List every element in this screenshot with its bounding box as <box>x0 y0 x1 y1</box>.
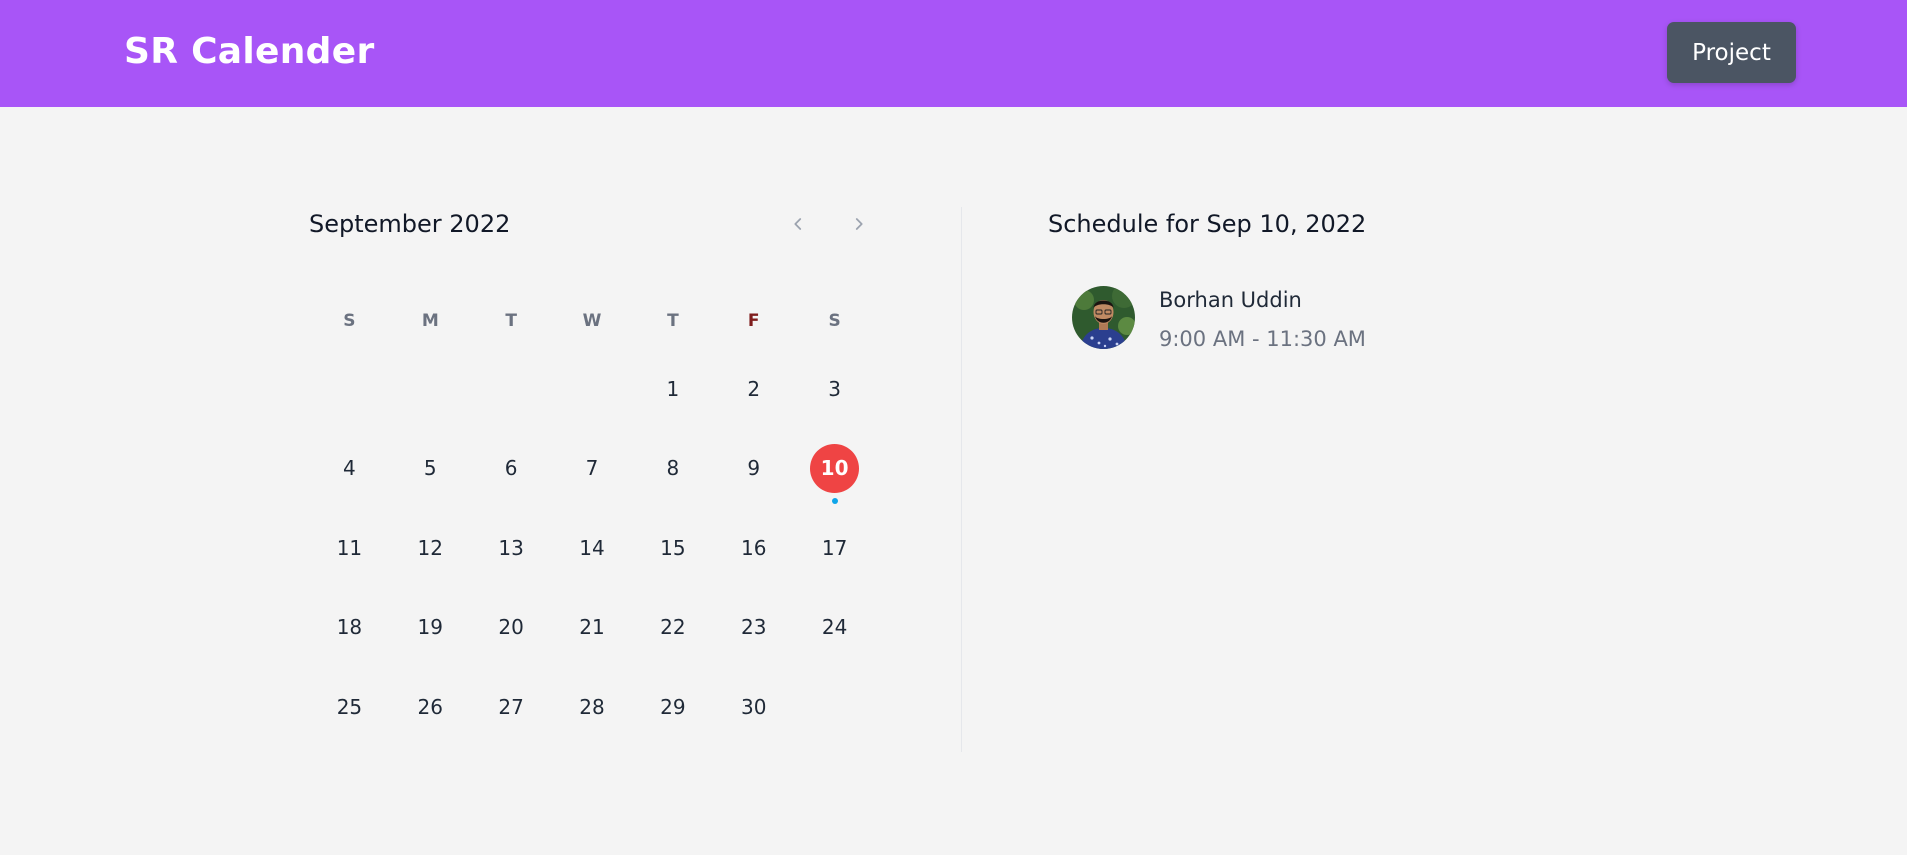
day-button[interactable]: 16 <box>729 523 778 572</box>
top-navbar: SR Calender Project <box>0 0 1907 107</box>
day-cell: 19 <box>390 603 471 683</box>
day-button[interactable]: 26 <box>406 682 455 731</box>
next-month-button[interactable] <box>845 210 873 238</box>
day-cell: 28 <box>552 682 633 762</box>
day-button[interactable]: 28 <box>568 682 617 731</box>
day-button[interactable]: 3 <box>810 364 859 413</box>
day-button[interactable]: 5 <box>406 444 455 493</box>
meeting-person-name: Borhan Uddin <box>1159 288 1302 312</box>
empty-day-cell <box>552 364 633 444</box>
day-button[interactable]: 24 <box>810 603 859 652</box>
day-cell: 5 <box>390 444 471 524</box>
day-cell: 15 <box>632 523 713 603</box>
avatar <box>1072 286 1135 349</box>
schedule-title: Schedule for Sep 10, 2022 <box>1048 210 1367 238</box>
day-button[interactable]: 12 <box>406 523 455 572</box>
day-button[interactable]: 14 <box>568 523 617 572</box>
day-cell: 8 <box>632 444 713 524</box>
day-button[interactable]: 13 <box>487 523 536 572</box>
day-cell: 11 <box>309 523 390 603</box>
day-cell: 7 <box>552 444 633 524</box>
day-cell: 26 <box>390 682 471 762</box>
meeting-time: 9:00 AM - 11:30 AM <box>1159 327 1366 351</box>
day-cell: 25 <box>309 682 390 762</box>
day-cell: 17 <box>794 523 875 603</box>
day-cell: 27 <box>471 682 552 762</box>
weekday-friday: F <box>747 311 760 331</box>
day-cell: 6 <box>471 444 552 524</box>
day-cell: 18 <box>309 603 390 683</box>
day-button[interactable]: 22 <box>648 603 697 652</box>
panel-divider <box>961 207 962 752</box>
weekday-wednesday: W <box>582 311 602 331</box>
previous-month-button[interactable] <box>784 210 812 238</box>
day-cell: 4 <box>309 444 390 524</box>
weekday-monday: M <box>421 311 439 331</box>
calendar-days-grid: 1 2 3 4 5 6 7 8 9 10 11 12 13 14 15 16 17 18 19 20 21 22 23 24 2… <box>309 364 875 762</box>
day-button[interactable]: 17 <box>810 523 859 572</box>
day-button[interactable]: 25 <box>325 682 374 731</box>
day-cell: 3 <box>794 364 875 444</box>
day-button[interactable]: 23 <box>729 603 778 652</box>
event-indicator-dot <box>831 497 838 504</box>
day-button[interactable]: 8 <box>648 444 697 493</box>
day-cell: 12 <box>390 523 471 603</box>
day-cell: 9 <box>713 444 794 524</box>
empty-day-cell <box>309 364 390 444</box>
day-cell: 20 <box>471 603 552 683</box>
day-cell: 10 <box>794 443 875 524</box>
day-button[interactable]: 4 <box>325 444 374 493</box>
day-cell: 21 <box>552 603 633 683</box>
day-button[interactable]: 21 <box>568 603 617 652</box>
day-button[interactable]: 30 <box>729 682 778 731</box>
selected-day-button[interactable]: 10 <box>810 443 860 493</box>
day-button[interactable]: 11 <box>325 523 374 572</box>
empty-day-cell <box>471 364 552 444</box>
empty-day-cell <box>390 364 471 444</box>
day-button[interactable]: 27 <box>487 682 536 731</box>
weekday-thursday: T <box>667 311 679 331</box>
day-cell: 23 <box>713 603 794 683</box>
day-cell: 2 <box>713 364 794 444</box>
day-button[interactable]: 6 <box>487 444 536 493</box>
day-cell: 14 <box>552 523 633 603</box>
day-button[interactable]: 18 <box>325 603 374 652</box>
day-button[interactable]: 1 <box>648 364 697 413</box>
weekday-tuesday: T <box>505 311 517 331</box>
app-title[interactable]: SR Calender <box>124 30 375 74</box>
day-button[interactable]: 20 <box>487 603 536 652</box>
chevron-left-icon <box>794 218 802 230</box>
day-button[interactable]: 15 <box>648 523 697 572</box>
project-button[interactable]: Project <box>1667 22 1796 83</box>
weekday-header-row: S M T W T F S <box>309 309 875 333</box>
day-cell: 1 <box>632 364 713 444</box>
day-button[interactable]: 2 <box>729 364 778 413</box>
chevron-right-icon <box>855 218 863 230</box>
day-cell: 29 <box>632 682 713 762</box>
day-cell: 16 <box>713 523 794 603</box>
day-cell: 30 <box>713 682 794 762</box>
avatar-photo-icon <box>1072 286 1135 349</box>
day-cell: 13 <box>471 523 552 603</box>
meeting-item[interactable]: Borhan Uddin 9:00 AM - 11:30 AM <box>1072 286 1452 351</box>
day-button[interactable]: 7 <box>568 444 617 493</box>
day-cell: 24 <box>794 603 875 683</box>
day-button[interactable]: 9 <box>729 444 778 493</box>
weekday-sunday: S <box>343 311 356 331</box>
weekday-saturday: S <box>828 311 841 331</box>
day-cell: 22 <box>632 603 713 683</box>
month-title: September 2022 <box>309 210 511 238</box>
day-button[interactable]: 19 <box>406 603 455 652</box>
day-button[interactable]: 29 <box>648 682 697 731</box>
